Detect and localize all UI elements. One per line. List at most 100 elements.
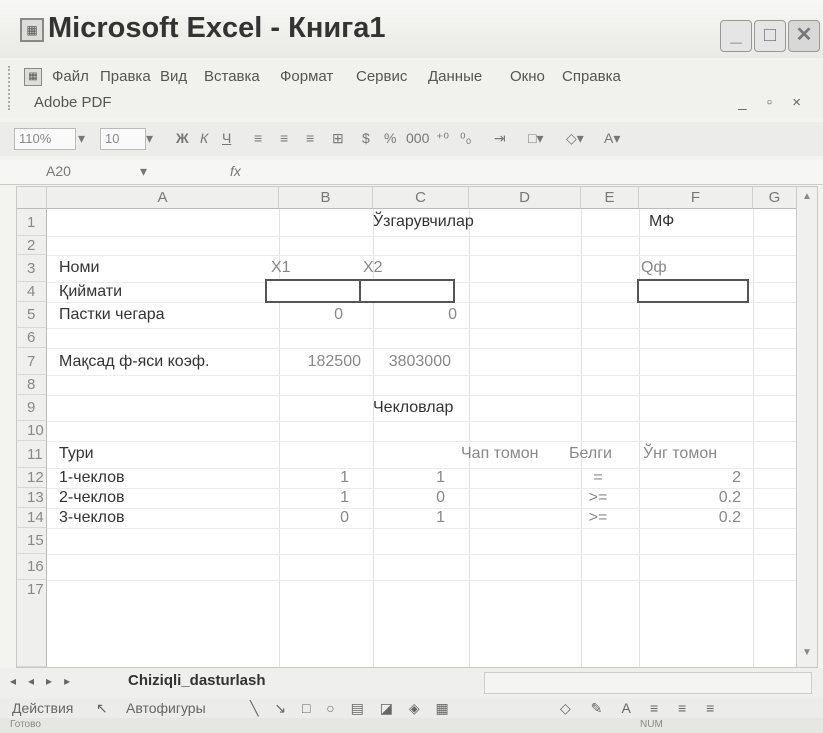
cell-f12[interactable]: 2	[639, 469, 741, 487]
cell-f13[interactable]: 0.2	[639, 489, 741, 507]
cell-f1[interactable]: МФ	[649, 213, 674, 231]
cell-c7[interactable]: 3803000	[357, 353, 451, 371]
row-header[interactable]: 8	[17, 375, 47, 395]
name-box[interactable]: A20	[46, 163, 71, 179]
column-header-g[interactable]: G	[753, 187, 797, 209]
align-center-icon[interactable]: ≡	[280, 130, 288, 146]
actions-menu[interactable]: Действия	[12, 700, 73, 716]
percent-button[interactable]: %	[384, 130, 396, 146]
column-header-f[interactable]: F	[639, 187, 753, 209]
close-button[interactable]: ✕	[788, 20, 820, 52]
row-header[interactable]: 6	[17, 328, 47, 348]
column-header-b[interactable]: B	[279, 187, 373, 209]
menu-help[interactable]: Справка	[562, 68, 621, 85]
row-header[interactable]: 10	[17, 421, 47, 441]
cell-c4-input[interactable]	[359, 279, 455, 303]
menu-adobe-pdf[interactable]: Adobe PDF	[34, 94, 112, 111]
cell-e14[interactable]: >=	[573, 509, 623, 527]
increase-decimal-icon[interactable]: ⁺⁰	[436, 130, 449, 147]
cell-f4-input[interactable]	[637, 279, 749, 303]
row-header[interactable]: 1	[17, 209, 47, 236]
select-objects-icon[interactable]: ↖	[96, 700, 108, 717]
row-header[interactable]: 5	[17, 302, 47, 328]
decrease-decimal-icon[interactable]: ⁰₀	[460, 130, 471, 147]
menu-insert[interactable]: Вставка	[204, 68, 260, 85]
cell-c5[interactable]: 0	[363, 306, 457, 324]
font-color-icon[interactable]: A▾	[604, 130, 620, 147]
sheet-tab-chiziqli[interactable]: Chiziqli_dasturlash	[128, 672, 266, 689]
shape-tools-icon[interactable]: ╲ ↘ □ ○ ▤ ◪ ◈ ▦	[250, 700, 455, 717]
row-header[interactable]: 13	[17, 488, 47, 508]
row-header[interactable]: 14	[17, 508, 47, 528]
cell-b13[interactable]: 1	[279, 489, 349, 507]
row-header[interactable]: 11	[17, 441, 47, 468]
cell-c9[interactable]: Чекловлар	[373, 399, 453, 417]
row-header[interactable]: 9	[17, 395, 47, 421]
cell-a3[interactable]: Номи	[59, 259, 99, 277]
currency-button[interactable]: $	[362, 130, 370, 146]
cell-c12[interactable]: 1	[373, 469, 445, 487]
autoshapes-menu[interactable]: Автофигуры	[126, 700, 206, 716]
document-window-controls[interactable]: _ ▫ ×	[738, 94, 809, 111]
row-header[interactable]: 7	[17, 348, 47, 375]
cell-c13[interactable]: 0	[373, 489, 445, 507]
cell-a14[interactable]: 3-чеклов	[59, 509, 125, 527]
row-header[interactable]: 2	[17, 236, 47, 255]
cell-a11[interactable]: Тури	[59, 445, 94, 463]
function-icon[interactable]: fx	[230, 163, 241, 179]
merge-center-icon[interactable]: ⊞	[332, 130, 344, 147]
workbook-icon[interactable]: ▦	[24, 68, 42, 86]
cell-c3[interactable]: X2	[363, 259, 383, 277]
tab-nav-arrows-icon[interactable]: ◂◂▸▸	[10, 674, 82, 688]
horizontal-scrollbar[interactable]	[484, 672, 812, 694]
select-all-corner[interactable]	[17, 187, 47, 209]
name-box-dropdown-icon[interactable]: ▾	[140, 163, 147, 180]
zoom-dropdown-icon[interactable]: ▾	[78, 130, 85, 147]
minimize-button[interactable]: _	[720, 20, 752, 52]
cell-b4-input[interactable]	[265, 279, 361, 303]
fill-color-icon[interactable]: ◇▾	[566, 130, 584, 147]
underline-button[interactable]: Ч	[222, 130, 231, 146]
italic-button[interactable]: К	[200, 130, 208, 146]
color-tools-icon[interactable]: ◇ ✎ A ≡ ≡ ≡	[560, 700, 722, 717]
row-header[interactable]: 16	[17, 554, 47, 580]
cell-f14[interactable]: 0.2	[639, 509, 741, 527]
excel-icon[interactable]: ▦	[20, 18, 44, 42]
cell-a4[interactable]: Қиймати	[59, 283, 122, 301]
row-header[interactable]: 17	[17, 580, 47, 667]
cell-b14[interactable]: 0	[279, 509, 349, 527]
row-header[interactable]: 12	[17, 468, 47, 488]
cell-d11[interactable]: Чап томон	[461, 445, 538, 463]
vertical-scrollbar[interactable]: ▲ ▼	[796, 187, 817, 667]
column-header-a[interactable]: A	[47, 187, 279, 209]
cell-b12[interactable]: 1	[279, 469, 349, 487]
column-header-d[interactable]: D	[469, 187, 581, 209]
cell-e13[interactable]: >=	[573, 489, 623, 507]
cell-a5[interactable]: Пастки чегара	[59, 306, 165, 324]
cell-e11[interactable]: Белги	[569, 445, 612, 463]
font-size-box[interactable]: 10	[100, 128, 146, 150]
cell-a7[interactable]: Мақсад ф-яси коэф.	[59, 353, 209, 371]
cell-a13[interactable]: 2-чеклов	[59, 489, 125, 507]
menu-window[interactable]: Окно	[510, 68, 545, 85]
cell-a12[interactable]: 1-чеклов	[59, 469, 125, 487]
formula-input[interactable]	[260, 163, 780, 181]
cell-c1[interactable]: Ўзгарувчилар	[373, 213, 474, 231]
cell-b5[interactable]: 0	[267, 306, 343, 324]
maximize-button[interactable]: □	[754, 20, 786, 52]
indent-icon[interactable]: ⇥	[494, 130, 506, 147]
scroll-up-icon[interactable]: ▲	[800, 191, 814, 205]
menu-tools[interactable]: Сервис	[356, 68, 407, 85]
font-size-dropdown-icon[interactable]: ▾	[146, 130, 153, 147]
row-header[interactable]: 15	[17, 528, 47, 554]
menu-view[interactable]: Вид	[160, 68, 187, 85]
menu-edit[interactable]: Правка	[100, 68, 151, 85]
bold-button[interactable]: Ж	[176, 130, 189, 146]
row-header[interactable]: 4	[17, 282, 47, 302]
column-header-c[interactable]: C	[373, 187, 469, 209]
align-right-icon[interactable]: ≡	[306, 130, 314, 146]
align-left-icon[interactable]: ≡	[254, 130, 262, 146]
cell-b7[interactable]: 182500	[279, 353, 361, 371]
cell-c14[interactable]: 1	[373, 509, 445, 527]
scroll-down-icon[interactable]: ▼	[800, 647, 814, 661]
